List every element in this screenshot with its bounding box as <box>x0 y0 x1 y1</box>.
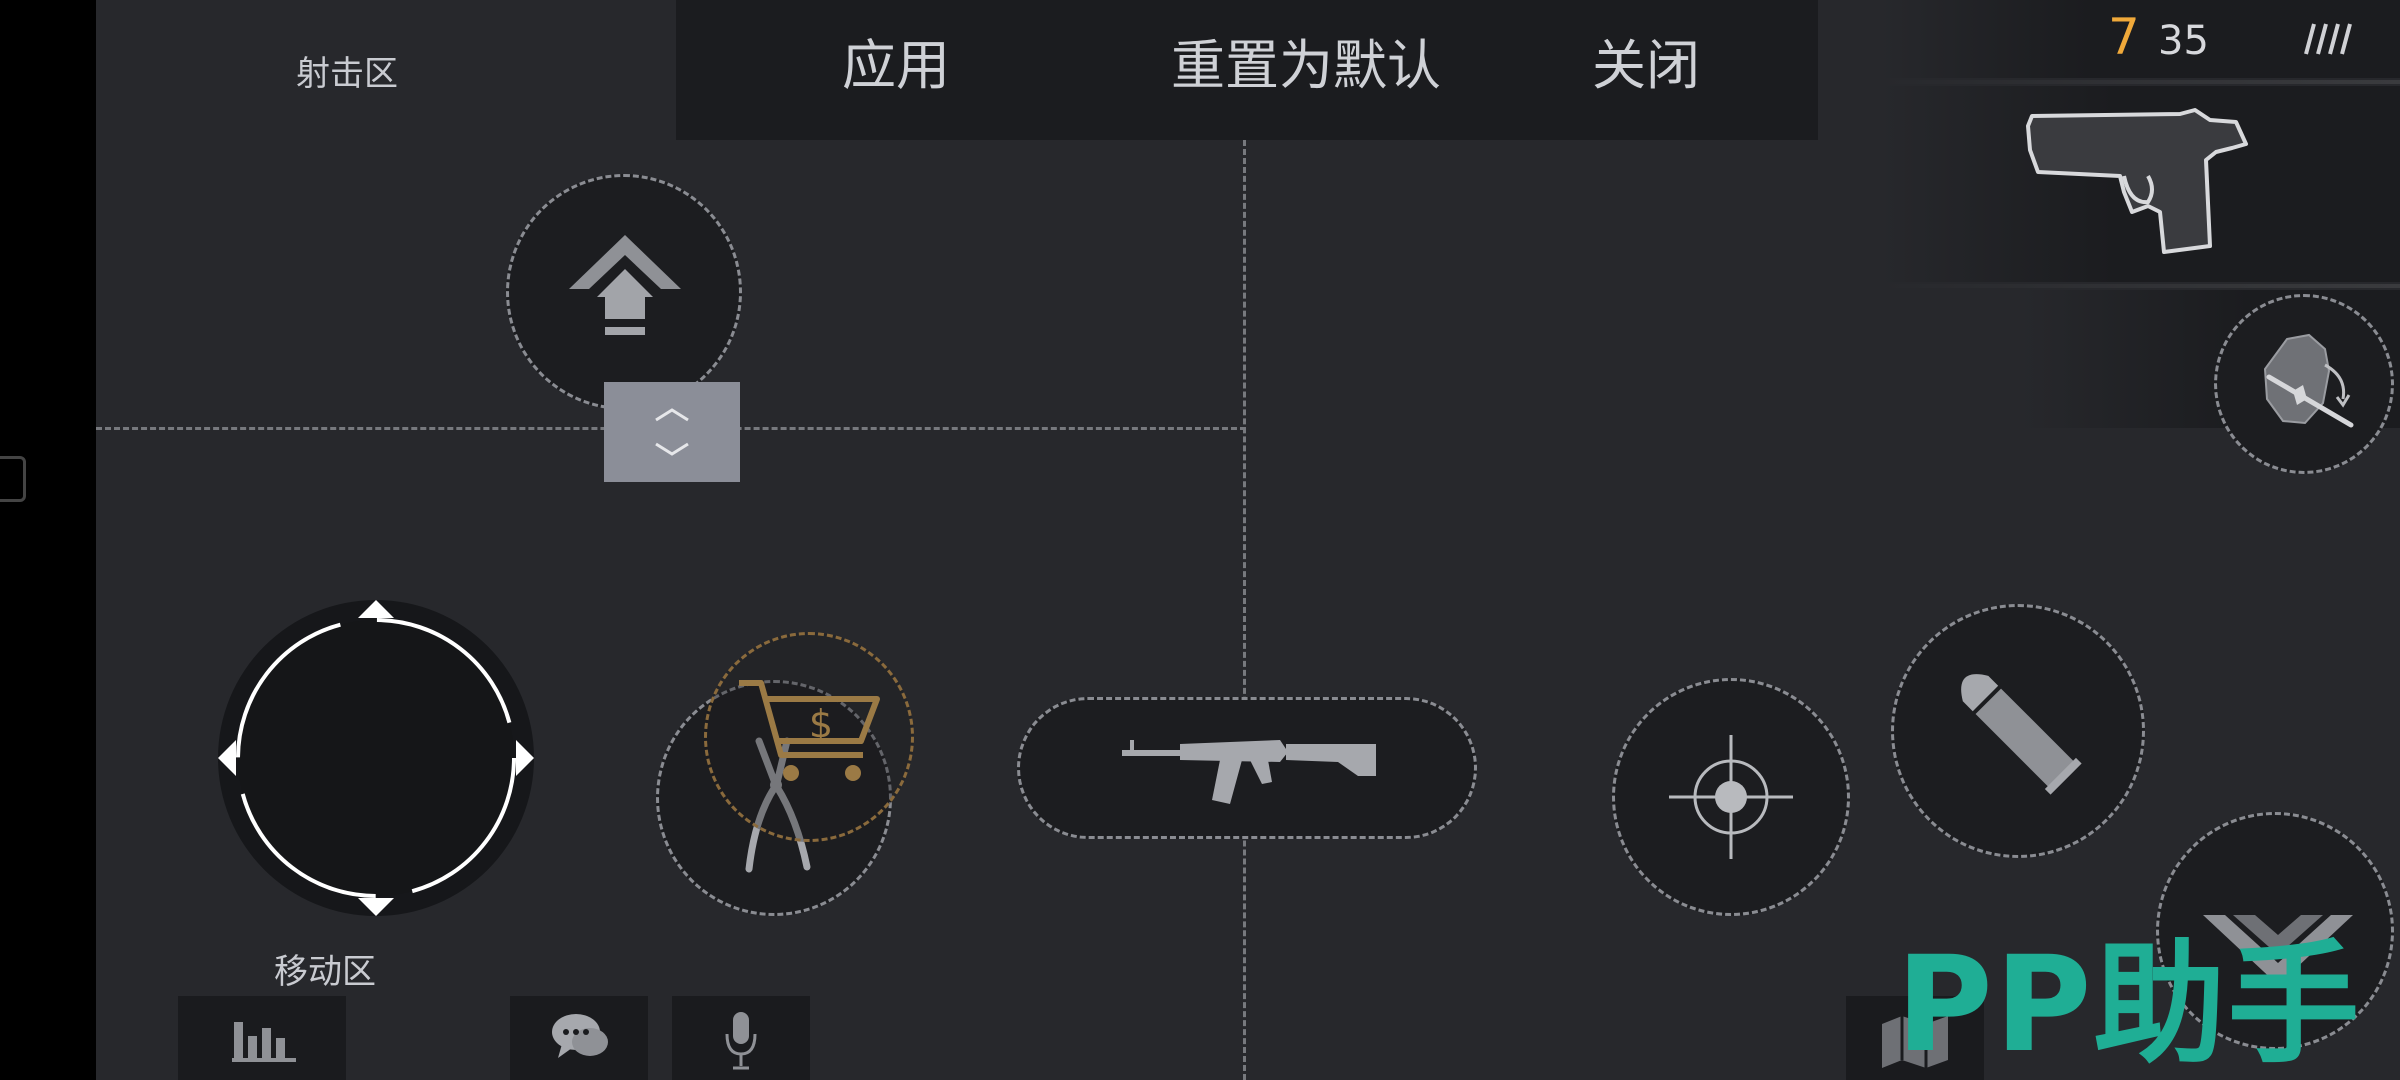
svg-text:$: $ <box>809 702 833 746</box>
ammo-hud-panel: 7 35 <box>1880 0 2400 78</box>
screen-bezel <box>0 0 96 1080</box>
resize-handle[interactable] <box>604 382 740 482</box>
joystick-icon <box>218 600 534 920</box>
pistol-icon <box>2020 106 2260 260</box>
voice-button[interactable] <box>672 996 810 1080</box>
switch-weapon-button[interactable] <box>2214 294 2394 474</box>
ammo-reserve-count: 35 <box>2158 18 2209 64</box>
zone-divider-vertical <box>1243 140 1246 1080</box>
bullet-icon <box>1948 661 2088 805</box>
hud-separator-2 <box>1880 284 2400 288</box>
microphone-icon <box>724 1010 758 1076</box>
jump-arrow-icon <box>565 231 685 355</box>
chat-button[interactable] <box>510 996 648 1080</box>
close-button[interactable]: 关闭 <box>1556 26 1736 106</box>
jump-button[interactable] <box>506 174 742 410</box>
up-down-chevron-icon <box>652 402 692 466</box>
joystick[interactable] <box>218 600 534 916</box>
weapon-slot-pistol[interactable] <box>1880 86 2400 282</box>
assault-rifle-icon <box>1120 730 1380 814</box>
shopping-cart-icon: $ <box>737 675 887 799</box>
shop-button[interactable]: $ <box>704 632 914 842</box>
hud-separator <box>1880 80 2400 84</box>
reset-default-button[interactable]: 重置为默认 <box>1096 26 1516 106</box>
bezel-notch <box>0 456 26 502</box>
primary-weapon-button[interactable] <box>1017 697 1477 839</box>
apply-button[interactable]: 应用 <box>796 26 996 106</box>
aim-button[interactable] <box>1612 678 1850 916</box>
reload-button[interactable] <box>1891 604 2145 858</box>
chat-bubble-icon <box>550 1010 610 1070</box>
ammo-clip-count: 7 <box>2108 8 2140 66</box>
shoot-zone-label: 射击区 <box>296 54 398 94</box>
game-hud-editor: 射击区 移动区 应用 重置为默认 关闭 7 35 $ PP助手 <box>0 0 2400 1080</box>
magazine-icon <box>2296 20 2356 60</box>
top-menu-bar: 应用 重置为默认 关闭 <box>676 0 1818 140</box>
watermark: PP助手 <box>1896 928 2362 1080</box>
grenade-rifle-switch-icon <box>2247 325 2367 449</box>
scoreboard-button[interactable] <box>178 996 346 1080</box>
crosshair-icon <box>1667 733 1795 865</box>
bar-chart-icon <box>232 1014 296 1066</box>
move-zone-label: 移动区 <box>274 952 376 992</box>
